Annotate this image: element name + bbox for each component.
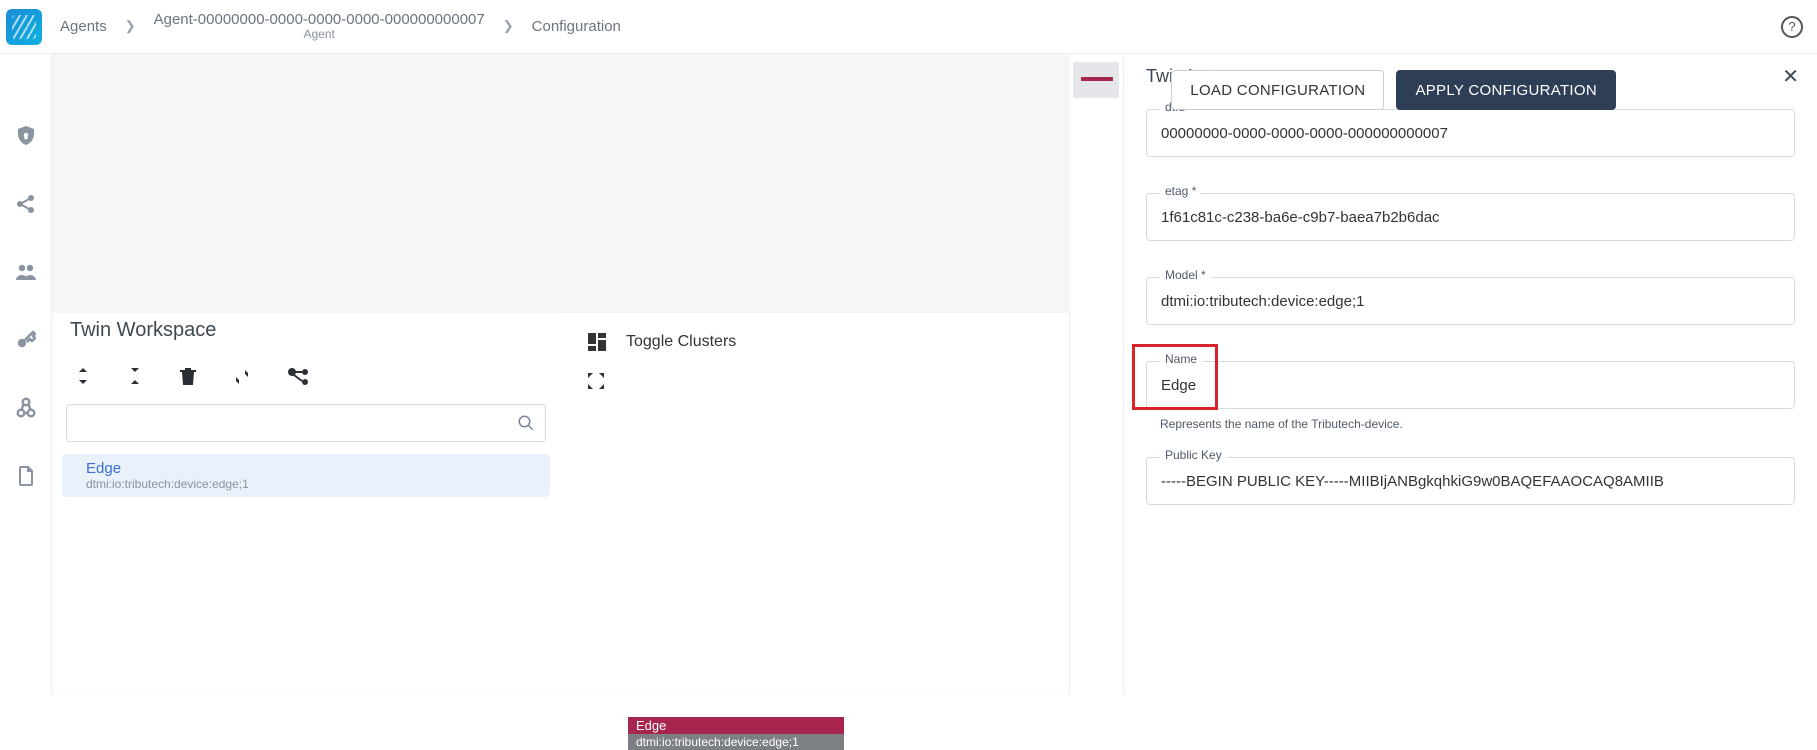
apply-configuration-button[interactable]: APPLY CONFIGURATION — [1396, 70, 1616, 110]
dashboard-icon[interactable] — [588, 333, 606, 351]
workspace-item-edge[interactable]: Edge dtmi:io:tributech:device:edge;1 — [62, 454, 550, 497]
breadcrumb-agent[interactable]: Agent-00000000-0000-0000-0000-0000000000… — [154, 11, 485, 42]
fullscreen-icon[interactable] — [588, 373, 604, 389]
shield-icon[interactable] — [14, 124, 38, 148]
breadcrumb-page: Configuration — [532, 18, 621, 35]
name-field[interactable] — [1146, 361, 1795, 409]
swap-icon[interactable] — [234, 368, 250, 386]
key-icon[interactable] — [14, 328, 38, 352]
breadcrumb-agent-type: Agent — [304, 28, 335, 42]
graph-node-edge[interactable]: Edge dtmi:io:tributech:device:edge;1 — [628, 717, 844, 750]
model-label: Model * — [1160, 268, 1211, 282]
help-icon[interactable]: ? — [1781, 16, 1803, 38]
expand-up-icon[interactable] — [76, 368, 90, 386]
search-input[interactable] — [77, 414, 517, 433]
name-label: Name — [1160, 352, 1202, 366]
minimap[interactable] — [1070, 54, 1124, 694]
model-field[interactable] — [1146, 277, 1795, 325]
document-icon[interactable] — [14, 464, 38, 488]
close-icon[interactable]: ✕ — [1782, 64, 1799, 89]
workspace-item-title: Edge — [86, 460, 526, 477]
webhook-icon[interactable] — [14, 396, 38, 420]
collapse-icon[interactable] — [128, 368, 142, 386]
load-configuration-button[interactable]: LOAD CONFIGURATION — [1171, 70, 1384, 110]
chevron-right-icon: ❯ — [125, 18, 136, 34]
public-key-label: Public Key — [1160, 448, 1227, 462]
graph-node-title: Edge — [628, 717, 844, 734]
app-logo[interactable] — [6, 9, 42, 45]
delete-icon[interactable] — [180, 368, 196, 386]
breadcrumb: Agents ❯ Agent-00000000-0000-0000-0000-0… — [60, 11, 621, 42]
share-icon[interactable] — [14, 192, 38, 216]
etag-label: etag * — [1160, 184, 1201, 198]
chevron-right-icon: ❯ — [503, 18, 514, 34]
toggle-clusters-label[interactable]: Toggle Clusters — [626, 333, 736, 351]
search-input-wrapper[interactable] — [66, 404, 546, 442]
graph-canvas[interactable]: Toggle Clusters Edge dtmi:io:tributech:d… — [560, 313, 1070, 694]
graph-icon[interactable] — [288, 368, 310, 386]
etag-field[interactable] — [1146, 193, 1795, 241]
workspace-panel: LOAD CONFIGURATION APPLY CONFIGURATION T… — [52, 54, 1070, 694]
twin-instance-panel: Twin Instance ✕ dtId * etag * Model * Na… — [1124, 54, 1817, 694]
workspace-title: Twin Workspace — [70, 319, 542, 342]
breadcrumb-agent-name: Agent-00000000-0000-0000-0000-0000000000… — [154, 11, 485, 28]
public-key-field[interactable] — [1146, 457, 1795, 505]
workspace-item-subtitle: dtmi:io:tributech:device:edge;1 — [86, 477, 526, 491]
name-hint: Represents the name of the Tributech-dev… — [1160, 417, 1795, 431]
search-icon — [517, 414, 535, 432]
users-icon[interactable] — [14, 260, 38, 284]
nav-rail — [0, 54, 52, 694]
graph-node-subtitle: dtmi:io:tributech:device:edge;1 — [628, 734, 844, 750]
breadcrumb-root[interactable]: Agents — [60, 18, 107, 35]
